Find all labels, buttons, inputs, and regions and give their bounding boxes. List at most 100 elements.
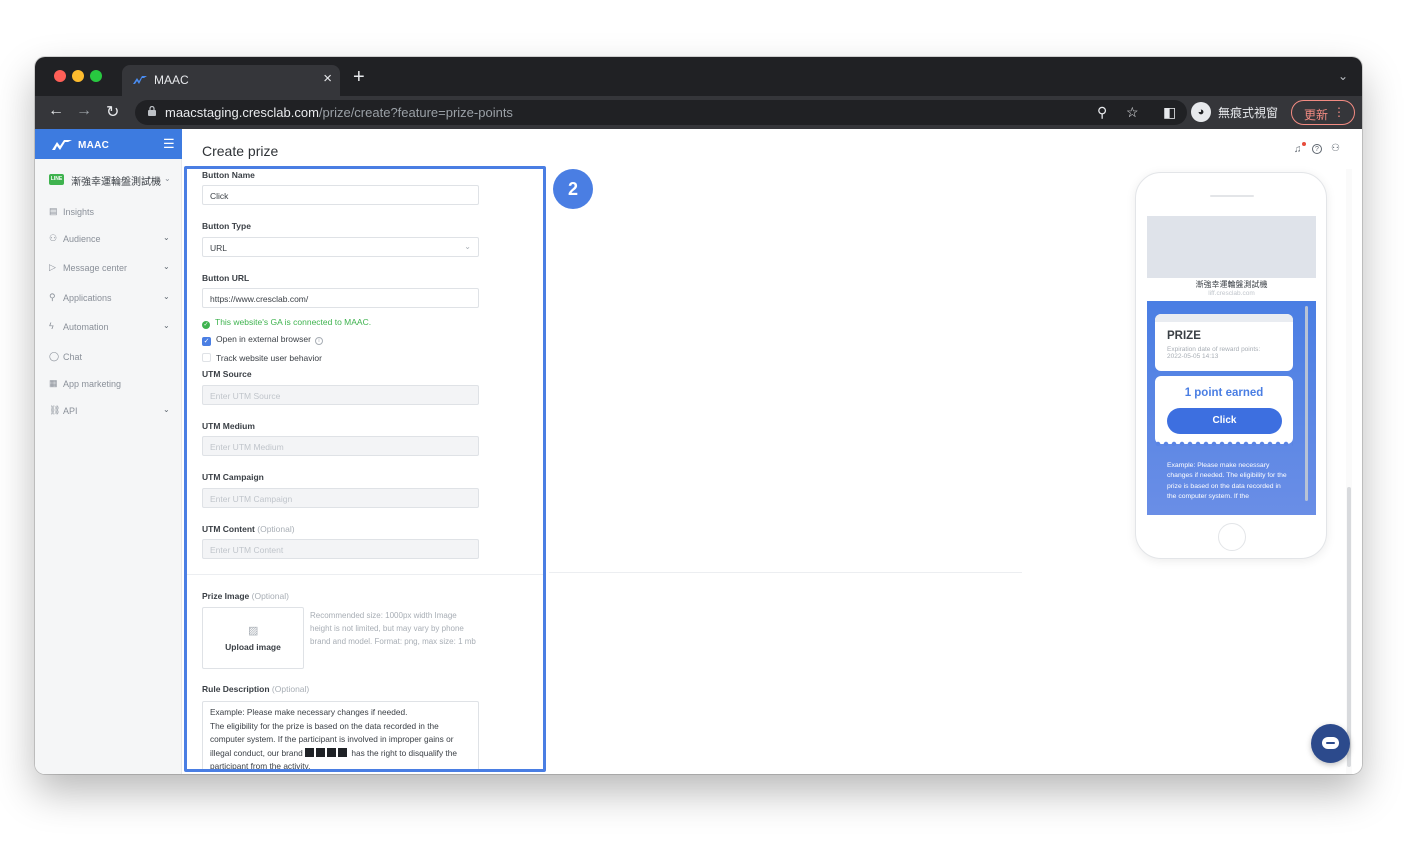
utm-source-label: UTM Source (202, 369, 252, 379)
user-icon[interactable]: ⚇ (1331, 143, 1340, 154)
utm-medium-input[interactable]: Enter UTM Medium (202, 436, 479, 456)
ticket-edge (1155, 441, 1293, 447)
sidebar-item-insights[interactable]: ▤ Insights (49, 205, 173, 221)
preview-click-button[interactable]: Click (1167, 408, 1282, 434)
tab-search-chevron-icon[interactable]: ⌄ (1338, 69, 1348, 83)
sidebar-item-applications[interactable]: ⚲ Applications ⌄ (49, 291, 173, 307)
chevron-down-icon: ⌄ (163, 405, 170, 414)
upload-image-button[interactable]: ▨ Upload image (202, 607, 304, 669)
chat-support-button[interactable] (1311, 724, 1350, 763)
line-badge-icon: LINE (49, 174, 64, 185)
rule-description-textarea[interactable]: Example: Please make necessary changes i… (202, 701, 479, 769)
redacted-block (316, 747, 326, 757)
channel-name: 漸強幸運輪盤測試機 (71, 177, 161, 188)
prize-card-header: PRIZE Expiration date of reward points: … (1155, 314, 1293, 371)
maac-logo-icon (52, 140, 72, 150)
page-title: Create prize (202, 143, 279, 159)
utm-campaign-label: UTM Campaign (202, 472, 264, 482)
notification-dot (1302, 142, 1306, 146)
brand-name: MAAC (78, 140, 110, 151)
sidebar-item-app-marketing[interactable]: ▦ App marketing (49, 377, 173, 393)
utm-campaign-input[interactable]: Enter UTM Campaign (202, 488, 479, 508)
preview-points-earned: 1 point earned (1184, 387, 1264, 399)
chevron-down-icon: ⌄ (464, 242, 471, 251)
forward-icon[interactable]: → (76, 102, 92, 120)
button-settings-highlight: Button Name Click Button Type URL ⌄ Butt… (184, 166, 546, 772)
section-divider (549, 572, 1022, 573)
chat-bubble-icon (1322, 737, 1339, 749)
preview-expiration: Expiration date of reward points: 2022-0… (1167, 346, 1261, 360)
toolbar: ← → ↻ maacstaging.cresclab.com/prize/cre… (35, 96, 1362, 129)
tab-title: MAAC (154, 73, 189, 87)
preview-shop-name: 漸強幸運輪盤測試機 (1195, 280, 1268, 289)
prize-image-label: Prize Image (Optional) (202, 591, 289, 601)
hamburger-menu-icon[interactable]: ☰ (163, 136, 175, 152)
button-url-label: Button URL (202, 273, 250, 283)
checkbox-checked-icon: ✓ (202, 337, 211, 346)
button-type-label: Button Type (202, 221, 251, 231)
button-name-input[interactable]: Click (202, 185, 479, 205)
sidebar-item-chat[interactable]: ◯ Chat (49, 350, 173, 366)
tab-close-icon[interactable]: × (323, 70, 332, 87)
chevron-down-icon: ⌄ (163, 233, 170, 242)
utm-content-input[interactable]: Enter UTM Content (202, 539, 479, 559)
preview-prize-area: PRIZE Expiration date of reward points: … (1147, 301, 1316, 515)
info-icon[interactable]: i (314, 337, 323, 345)
side-panel-icon[interactable]: ◧ (1163, 104, 1176, 121)
zoom-icon[interactable]: ⚲ (1097, 104, 1107, 121)
address-bar[interactable]: maacstaging.cresclab.com/prize/create?fe… (135, 100, 1187, 125)
person-icon: ⚇ (49, 233, 58, 243)
rule-description-label: Rule Description (Optional) (202, 684, 310, 694)
chat-icon: ◯ (49, 351, 60, 361)
bolt-icon: ϟ (49, 321, 54, 331)
main-content: Create prize ♫ ? ⚇ Button Name Click But… (183, 129, 1362, 774)
check-circle-icon: ✓ (202, 321, 210, 329)
sidebar-item-audience[interactable]: ⚇ Audience ⌄ (49, 232, 173, 248)
channel-selector[interactable]: LINE 漸強幸運輪盤測試機 ⌄ (49, 172, 174, 188)
close-window-button[interactable] (54, 70, 66, 82)
chevron-down-icon: ⌄ (163, 262, 170, 271)
sidebar: MAAC ☰ LINE 漸強幸運輪盤測試機 ⌄ ▤ Insights ⚇ Aud… (35, 129, 182, 774)
checkbox-unchecked-icon (202, 353, 211, 362)
sidebar-item-api[interactable]: ⛓ API ⌄ (49, 404, 173, 420)
chevron-down-icon: ⌄ (163, 321, 170, 330)
app-icon: ▦ (49, 378, 58, 388)
button-type-select[interactable]: URL ⌄ (202, 237, 479, 257)
ga-status: ✓ This website's GA is connected to MAAC. (202, 317, 372, 329)
reload-icon[interactable]: ↻ (106, 102, 119, 122)
prize-card-body: 1 point earned Click (1155, 376, 1293, 444)
phone-speaker (1210, 195, 1254, 197)
help-icon[interactable]: ? (1312, 144, 1322, 154)
open-external-checkbox[interactable]: ✓ Open in external browser i (202, 334, 323, 346)
button-url-input[interactable]: https://www.cresclab.com/ (202, 288, 479, 308)
url-text: maacstaging.cresclab.com/prize/create?fe… (165, 105, 513, 120)
utm-medium-label: UTM Medium (202, 421, 255, 431)
chart-icon: ▤ (49, 206, 58, 216)
minimize-window-button[interactable] (72, 70, 84, 82)
upload-hint: Recommended size: 1000px width Image hei… (310, 611, 476, 646)
phone-screen: 漸強幸運輪盤測試機 liff.cresclab.com PRIZE Expira… (1147, 216, 1316, 515)
chevron-down-icon: ⌄ (164, 174, 171, 183)
preview-description: Example: Please make necessary changes i… (1167, 462, 1287, 500)
image-icon: ▨ (248, 625, 259, 637)
preview-prize-title: PRIZE (1167, 330, 1201, 342)
sidebar-item-automation[interactable]: ϟ Automation ⌄ (49, 320, 173, 336)
track-behavior-checkbox[interactable]: Track website user behavior (202, 353, 322, 363)
bell-icon[interactable]: ♫ (1294, 144, 1302, 155)
sidebar-item-message-center[interactable]: ▷ Message center ⌄ (49, 261, 173, 277)
preview-shop-url: liff.cresclab.com (1208, 290, 1255, 297)
maximize-window-button[interactable] (90, 70, 102, 82)
redacted-block (338, 747, 348, 757)
preview-scrollbar[interactable] (1305, 306, 1308, 501)
back-icon[interactable]: ← (48, 102, 64, 120)
send-icon: ▷ (49, 262, 56, 272)
tab-maac[interactable]: MAAC × (122, 65, 340, 96)
tab-bar: MAAC × + ⌄ (35, 57, 1362, 96)
kebab-menu-icon[interactable]: ⋮ (1333, 105, 1345, 119)
utm-source-input[interactable]: Enter UTM Source (202, 385, 479, 405)
page-scrollbar[interactable] (1347, 487, 1351, 767)
redacted-block (305, 747, 315, 757)
update-button[interactable]: 更新 ⋮ (1291, 100, 1355, 125)
bookmark-star-icon[interactable]: ☆ (1126, 104, 1139, 121)
new-tab-button[interactable]: + (353, 66, 365, 89)
